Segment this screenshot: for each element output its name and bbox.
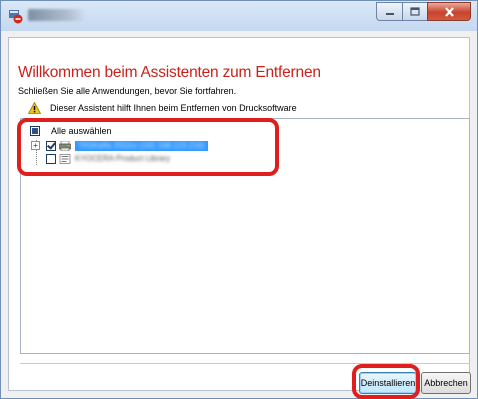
- minimize-button[interactable]: [376, 2, 402, 21]
- printer-icon: [59, 140, 71, 151]
- uninstall-button[interactable]: Deinstallieren: [359, 372, 417, 394]
- maximize-button[interactable]: [402, 2, 427, 21]
- button-separator: [20, 363, 470, 364]
- caption-buttons: [376, 2, 471, 21]
- library-label: KYOCERA Product Library: [75, 154, 171, 163]
- tree-item-library[interactable]: KYOCERA Product Library: [46, 153, 170, 164]
- close-button[interactable]: [427, 2, 471, 21]
- library-icon: [59, 153, 71, 164]
- select-all-checkbox[interactable]: [30, 126, 40, 136]
- window-title: [28, 9, 86, 21]
- printer-checkbox[interactable]: [46, 140, 56, 151]
- library-checkbox[interactable]: [46, 153, 56, 164]
- info-text: Dieser Assistent hilft Ihnen beim Entfer…: [50, 103, 297, 113]
- instruction-text: Schließen Sie alle Anwendungen, bevor Si…: [18, 86, 237, 96]
- select-all-row[interactable]: Alle auswählen: [30, 125, 112, 137]
- app-icon: [9, 10, 23, 24]
- minimize-icon: [385, 12, 394, 15]
- close-icon: [444, 6, 454, 17]
- info-row: Dieser Assistent hilft Ihnen beim Entfer…: [28, 101, 297, 115]
- title-bar[interactable]: [1, 1, 477, 31]
- expand-icon[interactable]: +: [31, 141, 40, 150]
- maximize-icon: [410, 7, 420, 16]
- warning-icon: [28, 102, 41, 114]
- cancel-button[interactable]: Abbrechen: [421, 372, 471, 394]
- select-all-label: Alle auswählen: [51, 126, 112, 136]
- tree-item-printer[interactable]: TASKalfa 2552ci (192.168.123.216): [46, 140, 208, 151]
- printer-label: TASKalfa 2552ci (192.168.123.216): [75, 140, 208, 151]
- page-title: Willkommen beim Assistenten zum Entferne…: [18, 64, 321, 81]
